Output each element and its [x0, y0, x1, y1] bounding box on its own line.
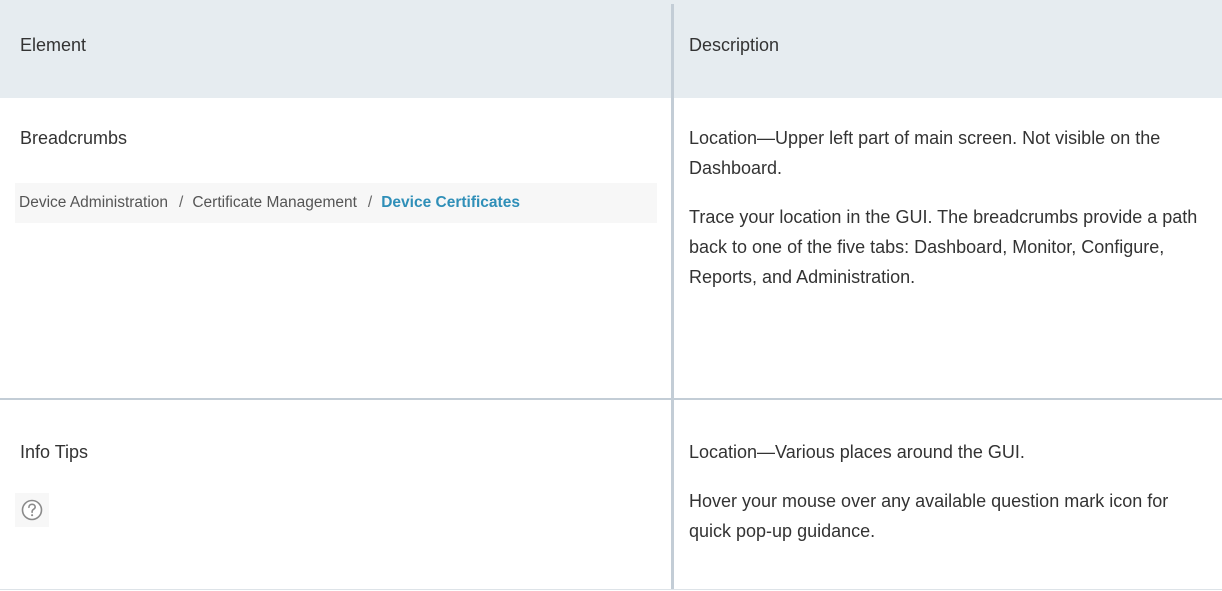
header-element: Element: [20, 35, 87, 55]
question-mark-circle-icon[interactable]: [15, 493, 49, 527]
table-bottom-border: [0, 589, 1222, 590]
description-paragraph: Hover your mouse over any available ques…: [689, 491, 1169, 541]
breadcrumb: Device Administration / Certificate Mana…: [15, 183, 657, 223]
breadcrumb-current-device-certificates: Device Certificates: [381, 194, 520, 211]
breadcrumb-separator: /: [367, 194, 373, 211]
description-paragraph: Trace your location in the GUI. The brea…: [689, 207, 1198, 287]
row-breadcrumbs-element-label: Breadcrumbs: [20, 128, 128, 148]
row-info-tips-element-label: Info Tips: [20, 442, 89, 462]
breadcrumb-separator: /: [179, 194, 184, 211]
row-breadcrumbs-description: Location—Upper left part of main screen.…: [689, 123, 1199, 311]
column-divider: [671, 4, 674, 589]
description-paragraph: Location—Various places around the GUI.: [689, 442, 1025, 462]
row-info-tips-description: Location—Various places around the GUI. …: [689, 437, 1199, 565]
row-divider: [0, 398, 1222, 400]
header-description: Description: [689, 35, 780, 55]
breadcrumb-item-device-administration[interactable]: Device Administration: [19, 194, 168, 212]
table-header-row: [0, 0, 1222, 98]
element-description-table: Element Description Breadcrumbs Device A…: [0, 0, 1222, 591]
description-paragraph: Location—Upper left part of main screen.…: [689, 128, 1161, 178]
breadcrumb-item-certificate-management[interactable]: Certificate Management: [192, 194, 357, 212]
